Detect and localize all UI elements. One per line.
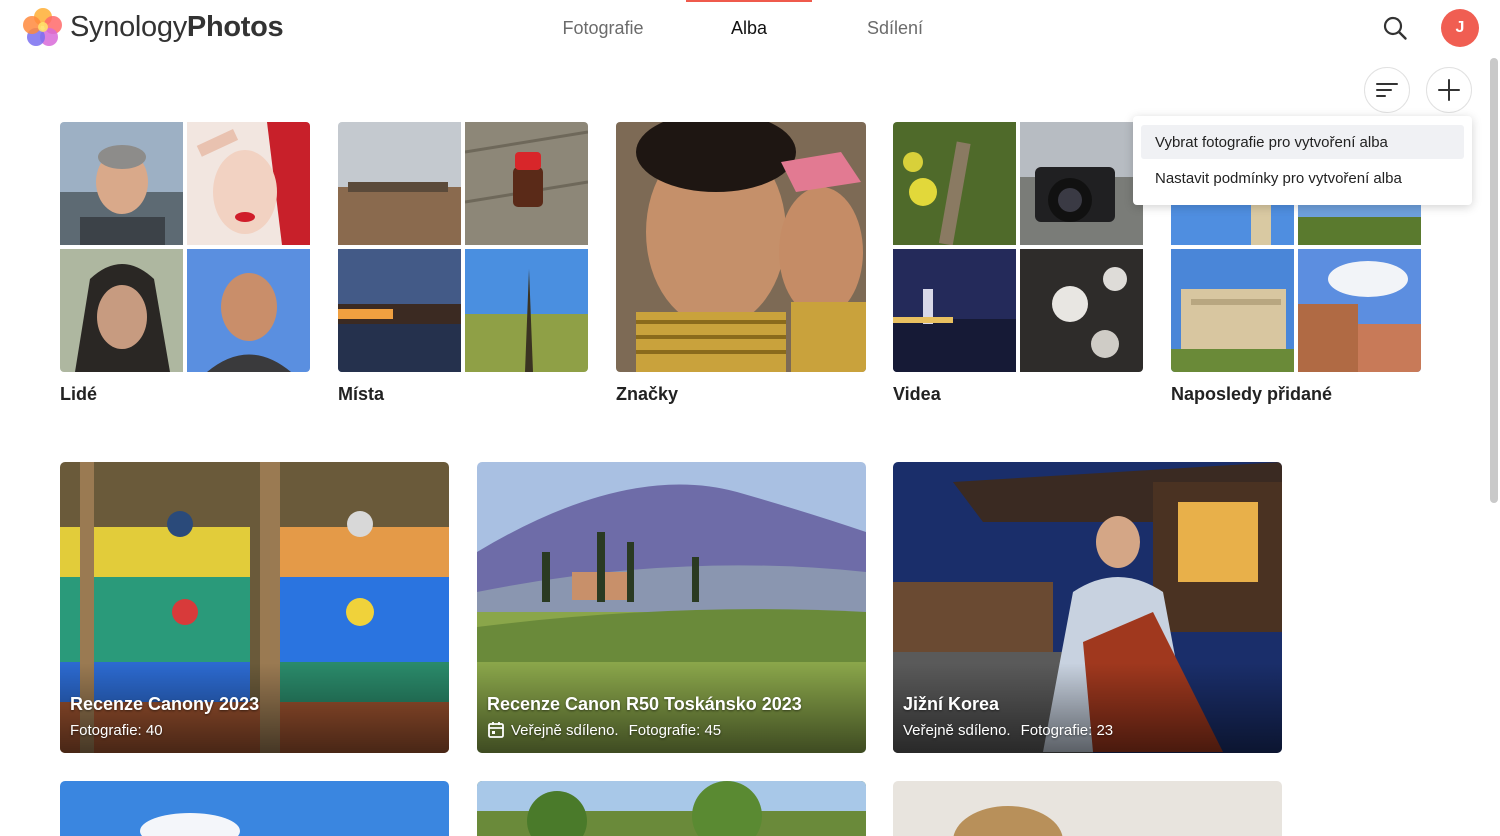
smart-album-thumbnail-grid — [60, 122, 310, 372]
logo-text-light: Synology — [70, 10, 187, 43]
thumbnail-image — [465, 122, 588, 245]
thumbnail-image — [338, 122, 461, 245]
album-title: Recenze Canon R50 Toskánsko 2023 — [487, 694, 802, 714]
smart-album-label: Videa — [893, 384, 941, 404]
sort-icon — [1376, 83, 1398, 97]
menu-item-select-photos[interactable]: Vybrat fotografie pro vytvoření alba — [1141, 125, 1464, 159]
plus-icon — [1438, 79, 1460, 101]
album-cover-image — [893, 781, 1282, 836]
create-album-menu: Vybrat fotografie pro vytvoření alba Nas… — [1133, 116, 1472, 205]
thumbnail-image — [465, 249, 588, 372]
smart-album-thumbnail-grid — [616, 122, 866, 372]
smart-album-label: Naposledy přidané — [1171, 384, 1333, 404]
smart-album-label: Lidé — [60, 384, 98, 404]
calendar-share-icon — [487, 721, 505, 739]
album-card[interactable]: Recenze Canony 2023 Fotografie: 40 — [60, 462, 449, 753]
thumbnail-image — [616, 122, 866, 372]
smart-album-label: Místa — [338, 384, 385, 404]
album-card[interactable] — [893, 781, 1282, 836]
album-meta: Veřejně sdíleno. Fotografie: 23 — [903, 722, 1113, 739]
album-title: Jižní Korea — [903, 694, 1000, 714]
album-shared-status: Veřejně sdíleno. — [903, 722, 1011, 739]
album-card[interactable]: Jižní Korea Veřejně sdíleno. Fotografie:… — [893, 462, 1282, 753]
vertical-scrollbar[interactable] — [1490, 58, 1498, 503]
album-cover-image — [60, 781, 449, 836]
thumbnail-image — [187, 249, 310, 372]
album-photo-count: Fotografie: 40 — [70, 722, 163, 739]
thumbnail-image — [60, 249, 183, 372]
tab-sdileni[interactable]: Sdílení — [822, 0, 968, 56]
tab-fotografie[interactable]: Fotografie — [530, 0, 676, 56]
thumbnail-image — [893, 122, 1016, 245]
smart-album-people[interactable]: Lidé — [60, 122, 310, 406]
app-logo[interactable]: SynologyPhotos — [22, 6, 284, 48]
app-logo-text: SynologyPhotos — [70, 10, 284, 44]
thumbnail-image — [1020, 122, 1143, 245]
album-card[interactable] — [477, 781, 866, 836]
album-photo-count: Fotografie: 45 — [628, 721, 722, 739]
album-cover-image — [477, 781, 866, 836]
tab-alba[interactable]: Alba — [676, 0, 822, 56]
app-header: SynologyPhotos Fotografie Alba Sdílení J — [0, 0, 1500, 56]
album-card[interactable] — [60, 781, 449, 836]
thumbnail-image — [60, 122, 183, 245]
sort-button[interactable] — [1364, 67, 1410, 113]
synology-photos-flower-logo — [22, 6, 64, 48]
smart-album-videos[interactable]: Videa — [893, 122, 1143, 406]
smart-album-places[interactable]: Místa — [338, 122, 588, 406]
thumbnail-image — [338, 249, 461, 372]
thumbnail-image — [1171, 249, 1294, 372]
album-meta: Veřejně sdíleno. Fotografie: 45 — [487, 721, 721, 739]
thumbnail-image — [1020, 249, 1143, 372]
smart-album-label: Značky — [616, 384, 679, 404]
smart-album-thumbnail-grid — [893, 122, 1143, 372]
thumbnail-image — [1298, 249, 1421, 372]
search-button[interactable] — [1377, 10, 1413, 46]
add-album-button[interactable] — [1426, 67, 1472, 113]
search-icon — [1383, 16, 1407, 40]
album-title: Recenze Canony 2023 — [70, 694, 260, 714]
menu-item-set-conditions[interactable]: Nastavit podmínky pro vytvoření alba — [1141, 161, 1464, 195]
album-shared-status: Veřejně sdíleno. — [511, 721, 619, 739]
smart-album-thumbnail-grid — [338, 122, 588, 372]
smart-album-tags[interactable]: Značky — [616, 122, 866, 406]
album-card[interactable]: Recenze Canon R50 Toskánsko 2023 Veřejně… — [477, 462, 866, 753]
album-photo-count: Fotografie: 23 — [1020, 722, 1114, 739]
album-meta: Fotografie: 40 — [70, 722, 163, 739]
thumbnail-image — [187, 122, 310, 245]
logo-text-bold: Photos — [186, 10, 284, 43]
main-nav-tabs: Fotografie Alba Sdílení — [530, 0, 968, 56]
user-avatar[interactable]: J — [1441, 9, 1479, 47]
thumbnail-image — [893, 249, 1016, 372]
